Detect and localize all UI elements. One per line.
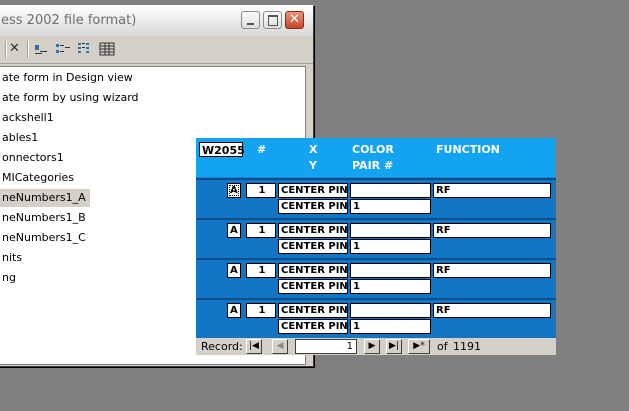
form-record: A 1 CENTER PIN CENTER PIN 1 RF <box>196 218 556 258</box>
x-field[interactable]: CENTER PIN <box>278 223 348 238</box>
form-record: A 1 CENTER PIN CENTER PIN 1 RF <box>196 298 556 338</box>
function-field[interactable]: RF <box>433 183 551 198</box>
form-record: A 1 CENTER PIN CENTER PIN 1 RF <box>196 178 556 218</box>
letter-field[interactable]: A <box>227 183 241 198</box>
y-field[interactable]: CENTER PIN <box>278 319 348 334</box>
toolbar: ✕ <box>0 37 313 64</box>
toolbar-separator <box>27 41 29 58</box>
pair-field[interactable]: 1 <box>350 319 431 334</box>
first-record-icon: |◀ <box>249 341 259 351</box>
pair-field[interactable]: 1 <box>350 239 431 254</box>
part-code-field[interactable]: W2055 <box>199 142 245 157</box>
record-label: Record: <box>201 340 243 353</box>
object-item[interactable]: ate form in Design view <box>0 69 137 87</box>
record-total: 1191 <box>453 340 481 353</box>
letter-field[interactable]: A <box>227 263 241 278</box>
x-field[interactable]: CENTER PIN <box>278 263 348 278</box>
of-label: of <box>437 340 448 353</box>
letter-field[interactable]: A <box>227 223 241 238</box>
previous-record-icon: ◀ <box>276 341 284 351</box>
large-icons-icon[interactable] <box>33 41 49 57</box>
header-pair: PAIR # <box>352 159 394 172</box>
object-item[interactable]: ate form by using wizard <box>0 89 143 107</box>
toolbar-separator <box>5 41 7 58</box>
form-record: A 1 CENTER PIN CENTER PIN 1 RF <box>196 258 556 298</box>
letter-field[interactable]: A <box>227 303 241 318</box>
record-navigation-bar: Record: |◀ ◀ 1 ▶ ▶| ▶* of 1191 <box>196 338 556 355</box>
y-field[interactable]: CENTER PIN <box>278 239 348 254</box>
close-icon: ✕ <box>289 12 300 27</box>
current-record-input[interactable]: 1 <box>295 339 357 354</box>
details-icon[interactable] <box>99 41 115 57</box>
header-x: X <box>309 143 318 156</box>
object-item[interactable]: nits <box>0 249 26 267</box>
color-field[interactable] <box>350 263 431 278</box>
color-field[interactable] <box>350 223 431 238</box>
function-field[interactable]: RF <box>433 303 551 318</box>
object-item[interactable]: onnectors1 <box>0 149 68 167</box>
x-field[interactable]: CENTER PIN <box>278 183 348 198</box>
previous-record-button[interactable]: ◀ <box>272 339 288 354</box>
object-item[interactable]: MICategories <box>0 169 78 187</box>
delete-icon[interactable]: ✕ <box>9 41 20 57</box>
num-field[interactable]: 1 <box>246 223 276 238</box>
maximize-button[interactable] <box>263 11 282 29</box>
object-item[interactable]: ables1 <box>0 129 42 147</box>
new-record-button[interactable]: ▶* <box>408 339 430 354</box>
num-field[interactable]: 1 <box>246 263 276 278</box>
num-field[interactable]: 1 <box>246 303 276 318</box>
num-field[interactable]: 1 <box>246 183 276 198</box>
x-field[interactable]: CENTER PIN <box>278 303 348 318</box>
y-field[interactable]: CENTER PIN <box>278 199 348 214</box>
close-button[interactable]: ✕ <box>285 11 304 29</box>
new-record-icon: ▶* <box>413 341 425 351</box>
object-item[interactable]: ackshell1 <box>0 109 58 127</box>
function-field[interactable]: RF <box>433 223 551 238</box>
y-field[interactable]: CENTER PIN <box>278 279 348 294</box>
header-color: COLOR <box>352 143 394 156</box>
header-num: # <box>257 143 267 156</box>
title-bar[interactable]: ess 2002 file format) ✕ <box>0 6 313 36</box>
pair-field[interactable]: 1 <box>350 279 431 294</box>
color-field[interactable] <box>350 183 431 198</box>
next-record-button[interactable]: ▶ <box>364 339 380 354</box>
pair-field[interactable]: 1 <box>350 199 431 214</box>
minimize-button[interactable] <box>241 11 260 29</box>
list-icon[interactable] <box>77 41 93 57</box>
object-item-selected[interactable]: neNumbers1_A <box>0 189 90 207</box>
header-function: FUNCTION <box>436 143 500 156</box>
color-field[interactable] <box>350 303 431 318</box>
last-record-button[interactable]: ▶| <box>386 339 402 354</box>
form-header: W2055 # X Y COLOR PAIR # FUNCTION <box>196 138 556 177</box>
function-field[interactable]: RF <box>433 263 551 278</box>
first-record-button[interactable]: |◀ <box>246 339 262 354</box>
next-record-icon: ▶ <box>368 341 376 351</box>
last-record-icon: ▶| <box>389 341 399 351</box>
header-y: Y <box>309 159 317 172</box>
connector-form: W2055 # X Y COLOR PAIR # FUNCTION A 1 CE… <box>196 138 556 355</box>
object-item[interactable]: neNumbers1_B <box>0 209 90 227</box>
small-icons-icon[interactable] <box>55 41 71 57</box>
object-item[interactable]: ng <box>0 269 20 287</box>
window-title: ess 2002 file format) <box>1 13 137 28</box>
object-item[interactable]: neNumbers1_C <box>0 229 90 247</box>
